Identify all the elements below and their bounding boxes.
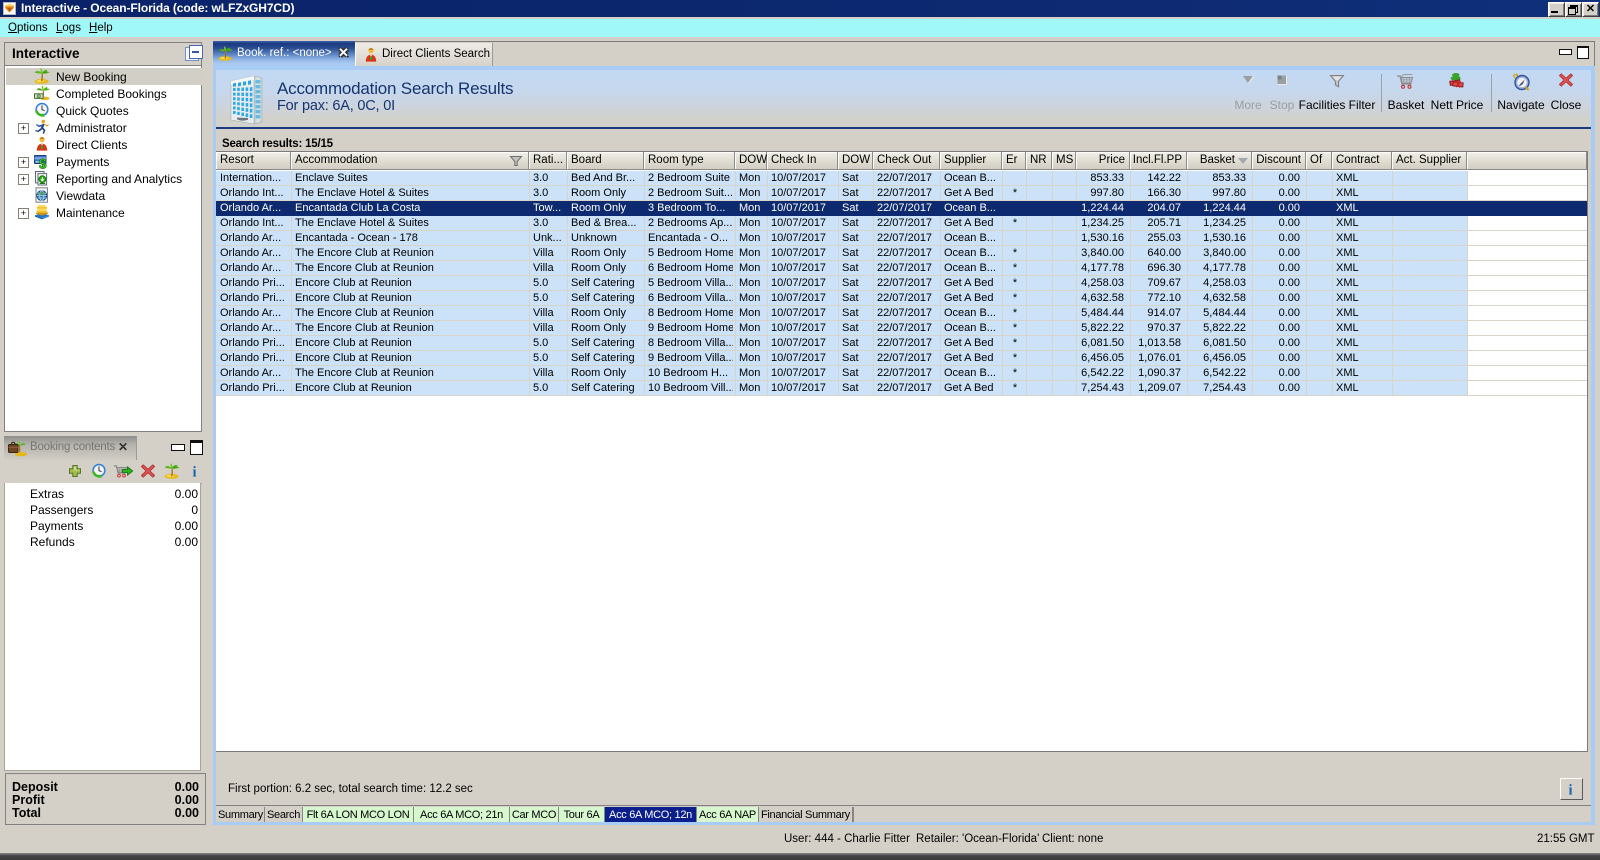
svg-text:$: $ bbox=[39, 156, 47, 169]
svg-text:i: i bbox=[1568, 783, 1572, 798]
svg-text:i: i bbox=[193, 465, 197, 480]
